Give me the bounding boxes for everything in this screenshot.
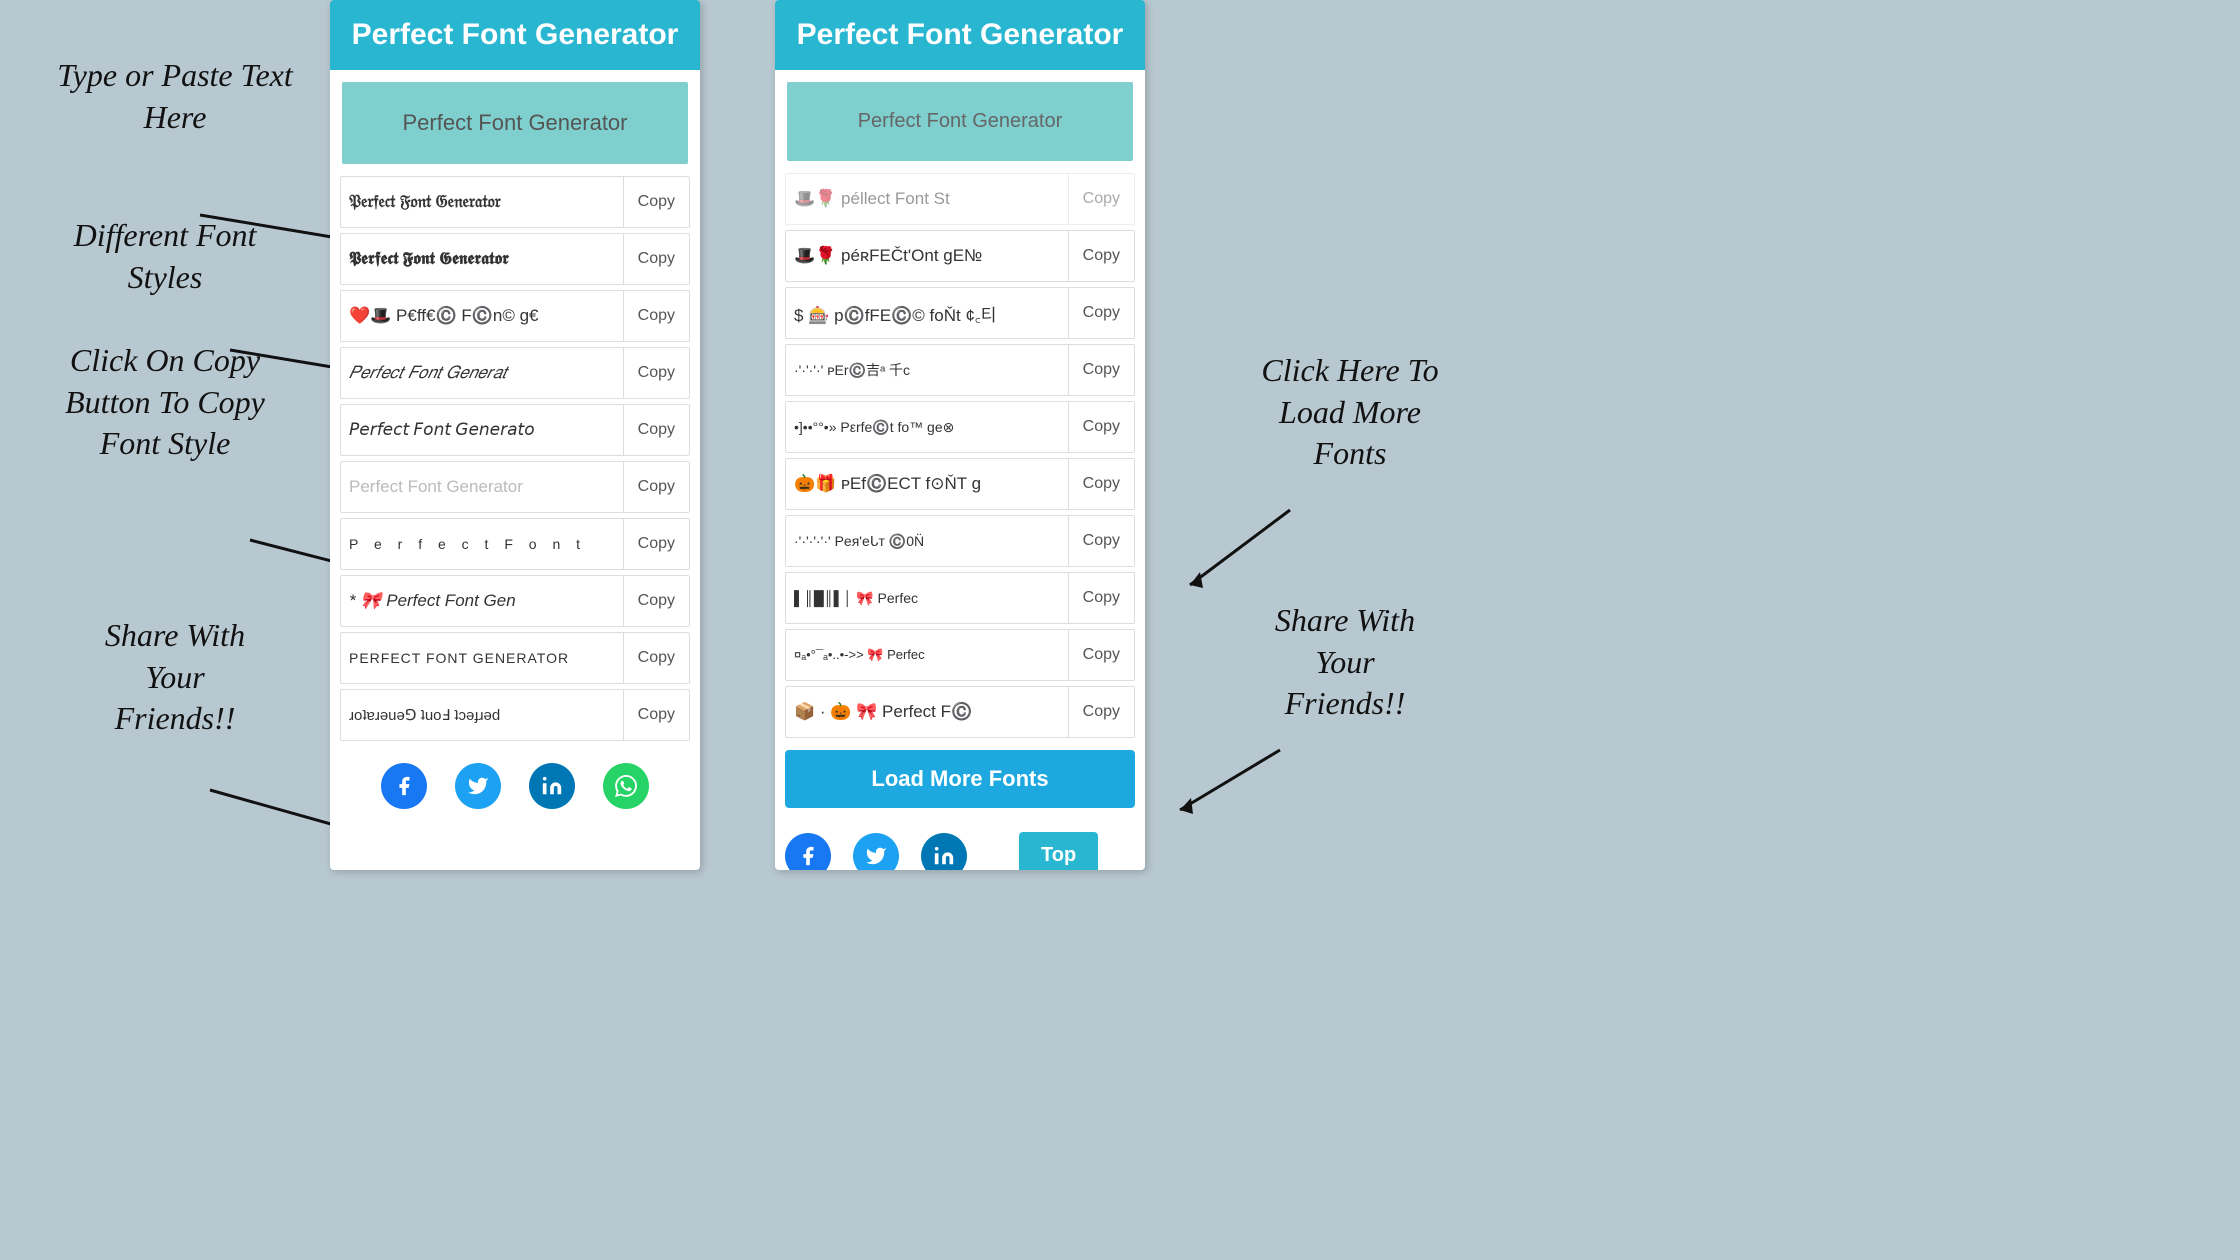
- font-row-3: ❤️🎩 P€ff€©️ F©️n© g€ Copy: [340, 290, 690, 342]
- panel-left-input[interactable]: Perfect Font Generator: [342, 82, 688, 164]
- font-row-r9: 📦 · 🎃 🎀 Perfect F©️ Copy: [785, 686, 1135, 738]
- copy-btn-r9[interactable]: Copy: [1068, 687, 1134, 737]
- font-row-r1: 🎩🌹 péʀFEČt'Ont gE№ Copy: [785, 230, 1135, 282]
- font-text-r0: 🎩🌹 péllect Font St: [786, 185, 1068, 213]
- twitter-icon-right[interactable]: [853, 833, 899, 871]
- whatsapp-icon-left[interactable]: [603, 763, 649, 809]
- annotation-type-paste: Type or Paste Text Here: [30, 55, 320, 138]
- annotation-share-left: Share WithYourFriends!!: [40, 615, 310, 740]
- font-text-r8: ¤ₐ•°¯ₐ•..•->> 🎀 Perfec: [786, 643, 1068, 667]
- font-text-9: PERFECT FONT GENERATOR: [341, 646, 623, 670]
- font-row-8: * 🎀 Perfect Font Gen Copy: [340, 575, 690, 627]
- copy-btn-5[interactable]: Copy: [623, 405, 689, 455]
- font-row-5: 𝘗𝘦𝘳𝘧𝘦𝘤𝘵 𝘍𝘰𝘯𝘵 𝘎𝘦𝘯𝘦𝘳𝘢𝘵𝘰 Copy: [340, 404, 690, 456]
- copy-btn-8[interactable]: Copy: [623, 576, 689, 626]
- font-row-r5: 🎃🎁 ᴘEf©️ECT f⊙ŇT g Copy: [785, 458, 1135, 510]
- font-text-4: 𝑃𝑒𝑟𝑓𝑒𝑐𝑡 𝐹𝑜𝑛𝑡 𝐺𝑒𝑛𝑒𝑟𝑎𝑡: [341, 359, 623, 387]
- font-row-r6: ·'·'·'·'·' Pея'еᒐт ©️0N̈ Copy: [785, 515, 1135, 567]
- annotation-share-right: Share WithYourFriends!!: [1195, 600, 1495, 725]
- panel-right: Perfect Font Generator Perfect Font Gene…: [775, 0, 1145, 870]
- font-text-5: 𝘗𝘦𝘳𝘧𝘦𝘤𝘵 𝘍𝘰𝘯𝘵 𝘎𝘦𝘯𝘦𝘳𝘢𝘵𝘰: [341, 416, 623, 444]
- font-text-r1: 🎩🌹 péʀFEČt'Ont gE№: [786, 242, 1068, 270]
- copy-btn-7[interactable]: Copy: [623, 519, 689, 569]
- copy-btn-10[interactable]: Copy: [623, 690, 689, 740]
- twitter-icon-left[interactable]: [455, 763, 501, 809]
- copy-btn-r7[interactable]: Copy: [1068, 573, 1134, 623]
- facebook-icon-right[interactable]: [785, 833, 831, 871]
- font-text-8: * 🎀 Perfect Font Gen: [341, 587, 623, 615]
- copy-btn-r6[interactable]: Copy: [1068, 516, 1134, 566]
- font-text-r3: ·'·'·'·' ᴘEr©️吉ᵃ 千c: [786, 356, 1068, 384]
- font-text-r4: •]••°°•» Pεrfe©️t fo™ ge⊗: [786, 415, 1068, 440]
- font-text-6: Perfect Font Generator: [341, 473, 623, 501]
- annotation-copy: Click On CopyButton To CopyFont Style: [5, 340, 325, 465]
- copy-btn-4[interactable]: Copy: [623, 348, 689, 398]
- copy-btn-r2[interactable]: Copy: [1068, 288, 1134, 338]
- copy-btn-r4[interactable]: Copy: [1068, 402, 1134, 452]
- font-text-2: 𝕻𝖊𝖗𝖋𝖊𝖈𝖙 𝕱𝖔𝖓𝖙 𝕲𝖊𝖓𝖊𝖗𝖆𝖙𝖔𝖗: [341, 245, 623, 273]
- font-row-4: 𝑃𝑒𝑟𝑓𝑒𝑐𝑡 𝐹𝑜𝑛𝑡 𝐺𝑒𝑛𝑒𝑟𝑎𝑡 Copy: [340, 347, 690, 399]
- arrow-load-more: [1100, 480, 1400, 600]
- annotation-load-more: Click Here ToLoad MoreFonts: [1195, 350, 1505, 475]
- copy-btn-3[interactable]: Copy: [623, 291, 689, 341]
- font-text-r5: 🎃🎁 ᴘEf©️ECT f⊙ŇT g: [786, 470, 1068, 498]
- social-bar-left: [330, 749, 700, 825]
- load-more-button[interactable]: Load More Fonts: [785, 750, 1135, 808]
- panel-right-header: Perfect Font Generator: [775, 0, 1145, 70]
- font-row-2: 𝕻𝖊𝖗𝖋𝖊𝖈𝖙 𝕱𝖔𝖓𝖙 𝕲𝖊𝖓𝖊𝖗𝖆𝖙𝖔𝖗 Copy: [340, 233, 690, 285]
- linkedin-icon-right[interactable]: [921, 833, 967, 871]
- font-row-r4: •]••°°•» Pεrfe©️t fo™ ge⊗ Copy: [785, 401, 1135, 453]
- font-text-1: 𝔓𝔢𝔯𝔣𝔢𝔠𝔱 𝔉𝔬𝔫𝔱 𝔊𝔢𝔫𝔢𝔯𝔞𝔱𝔬𝔯: [341, 188, 623, 216]
- copy-btn-r0[interactable]: Copy: [1068, 174, 1134, 224]
- font-text-r9: 📦 · 🎃 🎀 Perfect F©️: [786, 698, 1068, 726]
- font-text-10: ɹoʇɐɹǝuǝ⅁ ʇuoℲ ʇɔǝɟɹǝd: [341, 702, 623, 728]
- font-row-6: Perfect Font Generator Copy: [340, 461, 690, 513]
- font-row-r3: ·'·'·'·' ᴘEr©️吉ᵃ 千c Copy: [785, 344, 1135, 396]
- linkedin-icon-left[interactable]: [529, 763, 575, 809]
- copy-btn-r3[interactable]: Copy: [1068, 345, 1134, 395]
- font-text-r2: $ 🎰 p©️fFE©️© foŇt ¢꜀티: [786, 297, 1068, 330]
- font-row-1: 𝔓𝔢𝔯𝔣𝔢𝔠𝔱 𝔉𝔬𝔫𝔱 𝔊𝔢𝔫𝔢𝔯𝔞𝔱𝔬𝔯 Copy: [340, 176, 690, 228]
- copy-btn-r8[interactable]: Copy: [1068, 630, 1134, 680]
- font-text-3: ❤️🎩 P€ff€©️ F©️n© g€: [341, 302, 623, 330]
- font-text-7: P e r f e c t F o n t: [341, 532, 623, 556]
- panel-left-header: Perfect Font Generator: [330, 0, 700, 70]
- font-row-10: ɹoʇɐɹǝuǝ⅁ ʇuoℲ ʇɔǝɟɹǝd Copy: [340, 689, 690, 741]
- top-button[interactable]: Top: [1019, 832, 1098, 870]
- copy-btn-r1[interactable]: Copy: [1068, 231, 1134, 281]
- font-row-r8: ¤ₐ•°¯ₐ•..•->> 🎀 Perfec Copy: [785, 629, 1135, 681]
- copy-btn-r5[interactable]: Copy: [1068, 459, 1134, 509]
- social-bar-right: Top: [775, 818, 1145, 870]
- copy-btn-2[interactable]: Copy: [623, 234, 689, 284]
- font-row-9: PERFECT FONT GENERATOR Copy: [340, 632, 690, 684]
- font-row-r7: ▌║█║▌│ 🎀 Perfec Copy: [785, 572, 1135, 624]
- font-row-7: P e r f e c t F o n t Copy: [340, 518, 690, 570]
- font-row-r0: 🎩🌹 péllect Font St Copy: [785, 173, 1135, 225]
- font-text-r7: ▌║█║▌│ 🎀 Perfec: [786, 586, 1068, 611]
- font-row-r2: $ 🎰 p©️fFE©️© foŇt ¢꜀티 Copy: [785, 287, 1135, 339]
- font-text-r6: ·'·'·'·'·' Pея'еᒐт ©️0N̈: [786, 529, 1068, 554]
- copy-btn-9[interactable]: Copy: [623, 633, 689, 683]
- panel-left: Perfect Font Generator Perfect Font Gene…: [330, 0, 700, 870]
- panel-right-input[interactable]: Perfect Font Generator: [787, 82, 1133, 161]
- copy-btn-6[interactable]: Copy: [623, 462, 689, 512]
- facebook-icon-left[interactable]: [381, 763, 427, 809]
- copy-btn-1[interactable]: Copy: [623, 177, 689, 227]
- annotation-font-styles: Different FontStyles: [10, 215, 320, 298]
